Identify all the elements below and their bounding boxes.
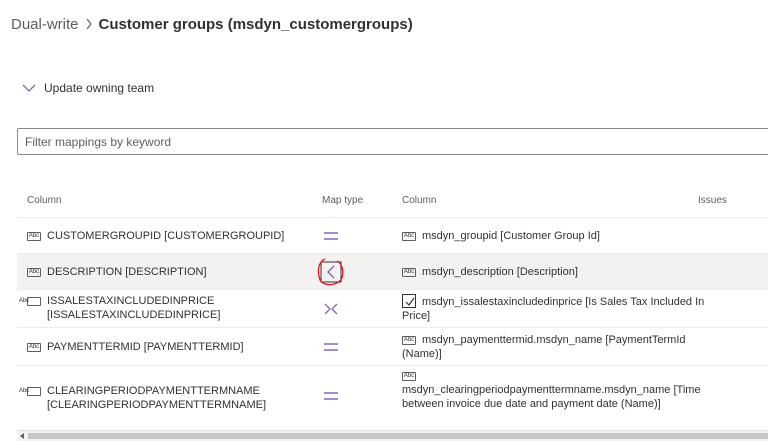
target-field: msdyn_paymenttermid.msdyn_name [PaymentT…: [402, 334, 686, 360]
text-type-icon: Abc: [27, 342, 41, 352]
grid-header: Column Map type Column Issues: [17, 184, 768, 218]
chevron-down-icon: [22, 78, 38, 98]
source-field: CUSTOMERGROUPID [CUSTOMERGROUPID]: [47, 230, 285, 243]
equals-icon[interactable]: [317, 333, 345, 361]
text-type-icon: Abc: [27, 231, 41, 241]
scroll-left-icon[interactable]: [17, 431, 27, 441]
target-cell: Abc msdyn_paymenttermid.msdyn_name [Payme…: [402, 333, 707, 361]
target-cell: msdyn_issalestaxincludedinprice [Is Sale…: [402, 294, 707, 323]
equals-icon[interactable]: [317, 222, 345, 250]
checkbox-icon: [402, 294, 416, 308]
text-type-icon: Abc: [402, 372, 416, 381]
target-field: msdyn_groupid [Customer Group Id]: [422, 230, 600, 243]
header-source-column[interactable]: Column: [27, 195, 61, 206]
text-type-icon: Abc: [402, 267, 416, 277]
source-cell: Abc CLEARINGPERIODPAYMENTTERMNAME [CLEARI…: [19, 384, 312, 412]
target-cell: Abc msdyn_description [Description]: [402, 265, 702, 279]
text-type-icon: Abc: [19, 296, 41, 306]
breadcrumb: Dual-write Customer groups (msdyn_custom…: [11, 13, 413, 35]
target-cell: Abc msdyn_groupid [Customer Group Id]: [402, 229, 702, 243]
transform-icon[interactable]: [317, 295, 345, 323]
scrollbar-thumb[interactable]: [28, 433, 768, 439]
update-owning-team-toggle[interactable]: Update owning team: [22, 78, 154, 98]
target-field: msdyn_issalestaxincludedinprice [Is Sale…: [402, 296, 705, 322]
text-type-icon: Abc: [402, 335, 416, 345]
source-cell: Abc PAYMENTTERMID [PAYMENTTERMID]: [27, 340, 312, 354]
header-target-column[interactable]: Column: [402, 195, 436, 206]
mappings-grid: Column Map type Column Issues Abc CUSTOME…: [17, 184, 768, 428]
text-type-icon: Abc: [27, 267, 41, 277]
filter-mappings-input[interactable]: [17, 128, 768, 155]
table-row[interactable]: Abc CLEARINGPERIODPAYMENTTERMNAME [CLEARI…: [17, 366, 768, 428]
update-owning-team-label: Update owning team: [44, 81, 155, 95]
horizontal-scrollbar[interactable]: [17, 430, 768, 441]
source-cell: Abc DESCRIPTION [DESCRIPTION]: [27, 265, 312, 279]
chevron-right-icon: [79, 13, 99, 35]
table-row[interactable]: Abc CUSTOMERGROUPID [CUSTOMERGROUPID] Abc…: [17, 218, 768, 254]
equals-icon[interactable]: [317, 382, 345, 410]
header-issues[interactable]: Issues: [698, 195, 727, 206]
header-map-type[interactable]: Map type: [322, 195, 363, 206]
source-cell: Abc CUSTOMERGROUPID [CUSTOMERGROUPID]: [27, 229, 312, 243]
text-type-icon: Abc: [402, 231, 416, 241]
source-field: ISSALESTAXINCLUDEDINPRICE [ISSALESTAXINC…: [47, 295, 221, 321]
table-row[interactable]: Abc PAYMENTTERMID [PAYMENTTERMID] Abc msdy…: [17, 328, 768, 366]
target-field: msdyn_description [Description]: [422, 266, 578, 279]
target-field: msdyn_clearingperiodpaymenttermname.msdy…: [402, 384, 701, 410]
source-field: DESCRIPTION [DESCRIPTION]: [47, 266, 207, 279]
source-field: PAYMENTTERMID [PAYMENTTERMID]: [47, 341, 244, 354]
text-type-icon: Abc: [19, 386, 41, 396]
page-title: Customer groups (msdyn_customergroups): [98, 15, 413, 33]
source-field: CLEARINGPERIODPAYMENTTERMNAME [CLEARINGP…: [47, 385, 267, 411]
table-row[interactable]: Abc ISSALESTAXINCLUDEDINPRICE [ISSALESTAX…: [17, 290, 768, 328]
map-type-direction-button[interactable]: [317, 258, 345, 286]
chevron-left-icon: [317, 258, 344, 286]
target-cell: Abc msdyn_clearingperiodpaymenttermname.m…: [402, 372, 702, 411]
breadcrumb-dual-write[interactable]: Dual-write: [11, 16, 79, 33]
source-cell: Abc ISSALESTAXINCLUDEDINPRICE [ISSALESTAX…: [19, 294, 312, 322]
table-row-selected[interactable]: Abc DESCRIPTION [DESCRIPTION] Abc msdyn_de…: [17, 254, 768, 290]
